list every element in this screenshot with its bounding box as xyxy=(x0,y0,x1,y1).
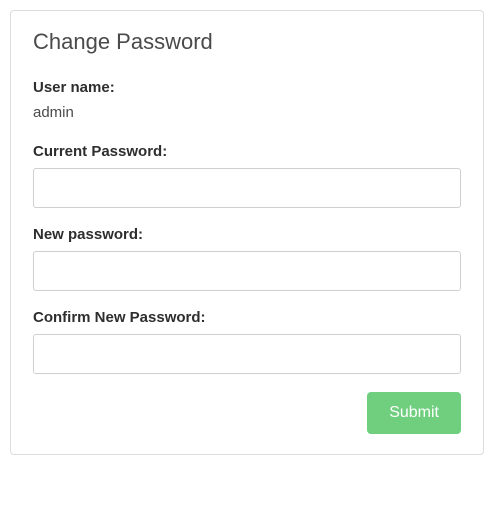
new-password-input[interactable] xyxy=(33,251,461,291)
username-group: User name: admin xyxy=(33,79,461,121)
current-password-input[interactable] xyxy=(33,168,461,208)
new-password-label: New password: xyxy=(33,226,461,243)
username-label: User name: xyxy=(33,79,461,96)
submit-button[interactable]: Submit xyxy=(367,392,461,434)
confirm-password-label: Confirm New Password: xyxy=(33,309,461,326)
confirm-password-input[interactable] xyxy=(33,334,461,374)
change-password-panel: Change Password User name: admin Current… xyxy=(10,10,484,455)
panel-title: Change Password xyxy=(33,29,461,55)
current-password-label: Current Password: xyxy=(33,143,461,160)
confirm-password-group: Confirm New Password: xyxy=(33,309,461,374)
username-value: admin xyxy=(33,104,461,121)
current-password-group: Current Password: xyxy=(33,143,461,208)
form-actions: Submit xyxy=(33,392,461,434)
new-password-group: New password: xyxy=(33,226,461,291)
